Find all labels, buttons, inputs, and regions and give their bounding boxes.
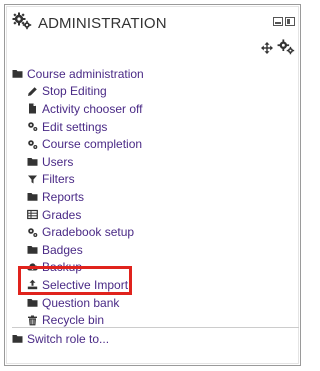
tree-item-badges[interactable]: Badges: [12, 241, 299, 259]
tree-item-switch-role[interactable]: Switch role to...: [12, 330, 299, 348]
tree-item-grades[interactable]: Grades: [12, 206, 299, 224]
tree-item-course-completion[interactable]: Course completion: [12, 135, 299, 153]
tree-item-backup[interactable]: Backup: [12, 259, 299, 277]
block-actions: [261, 39, 295, 60]
tree-item-filters[interactable]: Filters: [12, 171, 299, 189]
tree-item-label: Course completion: [42, 137, 143, 152]
tree-item-label: Filters: [42, 172, 75, 187]
tree-item-users[interactable]: Users: [12, 153, 299, 171]
tree-item-label: Badges: [42, 242, 83, 257]
tree-item-label: Course administration: [27, 66, 144, 81]
tree-item-label: Activity chooser off: [42, 101, 143, 116]
block-title: ADMINISTRATION: [38, 14, 167, 32]
tree-item-label: Grades: [42, 207, 82, 222]
tree-item-label: Gradebook setup: [42, 225, 135, 240]
cloud-download-icon: [27, 262, 38, 273]
switch-role-section: Switch role to...: [12, 330, 299, 348]
gears-icon[interactable]: [277, 39, 295, 60]
gears-icon: [27, 121, 38, 132]
move-icon[interactable]: [261, 41, 273, 59]
hide-block-icon[interactable]: [285, 17, 295, 26]
folder-icon: [27, 156, 38, 167]
folder-icon: [27, 191, 38, 202]
table-icon: [27, 209, 38, 220]
tree-root-course-administration[interactable]: Course administration: [12, 65, 299, 83]
tree-item-question-bank[interactable]: Question bank: [12, 294, 299, 312]
tree-item-selective-import[interactable]: Selective Import: [12, 276, 299, 294]
tree-item-label: Question bank: [42, 295, 120, 310]
tree-item-label: Recycle bin: [42, 313, 105, 328]
tree-item-label: Switch role to...: [27, 331, 110, 346]
tree-item-label: Reports: [42, 189, 85, 204]
divider: [12, 327, 299, 328]
tree-item-gradebook-setup[interactable]: Gradebook setup: [12, 223, 299, 241]
tree-item-label: Backup: [42, 260, 83, 275]
folder-icon: [12, 68, 23, 79]
pencil-icon: [27, 86, 38, 97]
upload-icon: [27, 279, 38, 290]
folder-icon: [27, 297, 38, 308]
folder-icon: [12, 333, 23, 344]
dock-icon[interactable]: [273, 17, 283, 26]
tree-item-stop-editing[interactable]: Stop Editing: [12, 83, 299, 101]
tree-item-label: Stop Editing: [42, 84, 107, 99]
block-controls: [273, 17, 295, 26]
gears-icon: [27, 227, 38, 238]
tree-item-label: Edit settings: [42, 119, 108, 134]
filter-icon: [27, 174, 38, 185]
gears-icon: [12, 12, 32, 35]
tree-item-edit-settings[interactable]: Edit settings: [12, 118, 299, 136]
tree-item-activity-chooser-off[interactable]: Activity chooser off: [12, 100, 299, 118]
tree-item-label: Users: [42, 154, 74, 169]
file-icon: [27, 103, 38, 114]
trash-icon: [27, 315, 38, 326]
tree-item-label: Selective Import: [42, 277, 129, 292]
folder-icon: [27, 244, 38, 255]
admin-tree: Course administration Stop Editing Activ…: [12, 65, 299, 329]
block-header: ADMINISTRATION: [12, 12, 167, 34]
tree-item-reports[interactable]: Reports: [12, 188, 299, 206]
gears-icon: [27, 139, 38, 150]
